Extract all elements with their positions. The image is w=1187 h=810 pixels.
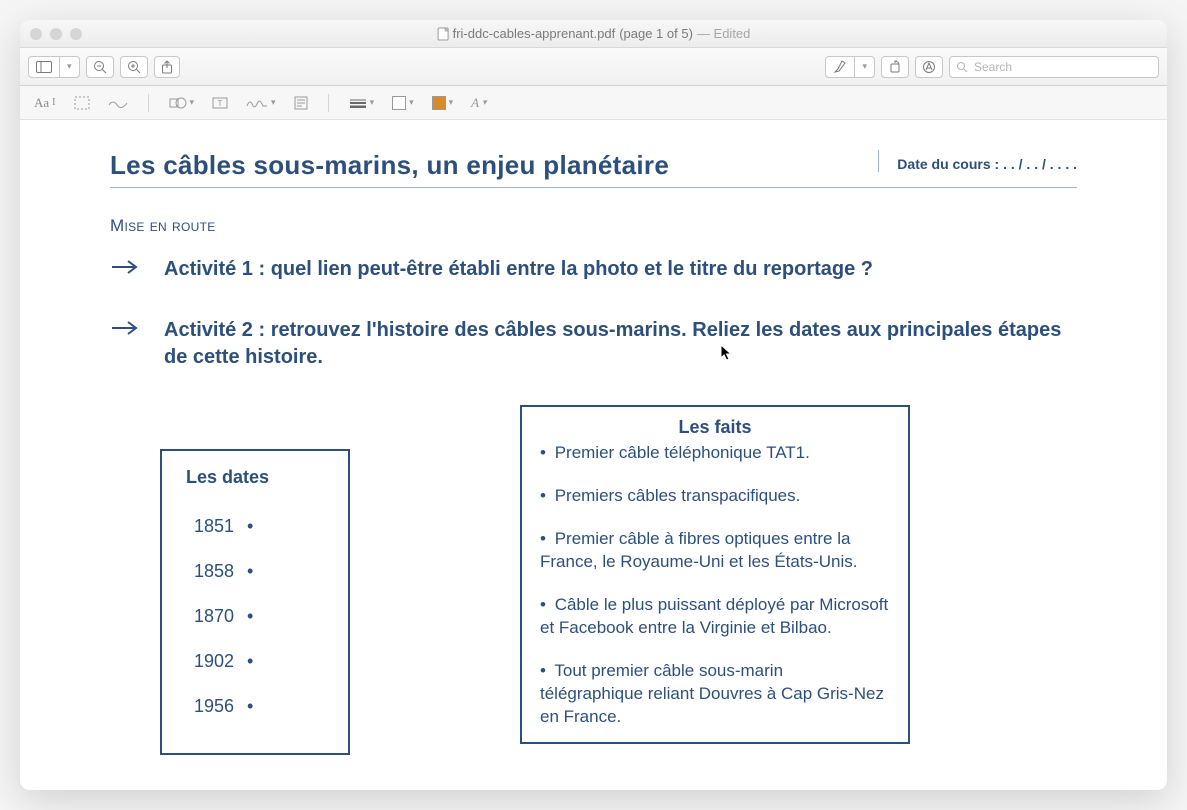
line-style-tool[interactable]: ▾	[345, 95, 379, 110]
fact-item: • Premiers câbles transpacifiques.	[540, 485, 890, 508]
activity-1-text: Activité 1 : quel lien peut-être établi …	[164, 256, 873, 283]
dates-box-title: Les dates	[186, 467, 324, 488]
textbox-tool[interactable]: T	[208, 94, 232, 112]
white-swatch	[392, 96, 406, 110]
sign-tool[interactable]: ▾	[242, 95, 280, 111]
chevron-down-icon: ▾	[854, 57, 874, 77]
toolbar-separator	[148, 94, 149, 112]
highlighter-icon	[826, 57, 854, 77]
sidebar-icon	[29, 57, 59, 77]
select-tool[interactable]	[70, 94, 94, 112]
arrow-icon	[110, 319, 140, 337]
toolbar-separator	[328, 94, 329, 112]
shapes-tool[interactable]: ▾	[165, 94, 199, 112]
matching-area: Les dates 1851 • 1858 • 1870 • 1902 • 19…	[110, 405, 1077, 755]
chevron-down-icon: ▾	[59, 57, 79, 77]
course-date-label: Date du cours : . . / . . / . . . .	[878, 150, 1077, 172]
minimize-window-button[interactable]	[50, 28, 62, 40]
date-row: 1858 •	[186, 549, 324, 594]
arrow-icon	[110, 258, 140, 276]
document-main-title: Les câbles sous-marins, un enjeu planéta…	[110, 150, 878, 181]
window-title-status: — Edited	[697, 26, 750, 41]
window-title: fri-ddc-cables-apprenant.pdf (page 1 of …	[437, 26, 751, 41]
search-icon	[956, 61, 968, 73]
date-row: 1851 •	[186, 504, 324, 549]
facts-box-title: Les faits	[540, 417, 890, 438]
document-header: Les câbles sous-marins, un enjeu planéta…	[110, 150, 1077, 188]
svg-text:T: T	[218, 99, 223, 108]
markup-button[interactable]: ▾	[825, 56, 875, 78]
fill-color-tool[interactable]: ▾	[428, 94, 458, 112]
window-title-filename: fri-ddc-cables-apprenant.pdf	[453, 26, 616, 41]
note-tool[interactable]	[290, 94, 312, 112]
date-row: 1870 •	[186, 594, 324, 639]
annotate-button[interactable]	[915, 56, 943, 78]
window-title-pageinfo: (page 1 of 5)	[619, 26, 693, 41]
maximize-window-button[interactable]	[70, 28, 82, 40]
activity-2-text: Activité 2 : retrouvez l'histoire des câ…	[164, 317, 1077, 371]
date-row: 1902 •	[186, 639, 324, 684]
facts-box: Les faits • Premier câble téléphonique T…	[520, 405, 910, 744]
search-input[interactable]	[974, 60, 1152, 74]
document-icon	[437, 27, 449, 41]
title-bar: fri-ddc-cables-apprenant.pdf (page 1 of …	[20, 20, 1167, 48]
text-tool[interactable]: AaI	[30, 93, 60, 113]
border-color-tool[interactable]: ▾	[388, 94, 418, 112]
rotate-button[interactable]	[881, 56, 909, 78]
sketch-tool[interactable]	[104, 95, 132, 111]
share-button[interactable]	[154, 56, 180, 78]
zoom-in-button[interactable]	[120, 56, 148, 78]
activity-2-row: Activité 2 : retrouvez l'histoire des câ…	[110, 317, 1077, 371]
zoom-out-button[interactable]	[86, 56, 114, 78]
primary-toolbar: ▾ ▾	[20, 48, 1167, 86]
close-window-button[interactable]	[30, 28, 42, 40]
dates-box: Les dates 1851 • 1858 • 1870 • 1902 • 19…	[160, 449, 350, 755]
date-row: 1956 •	[186, 684, 324, 729]
section-heading: Mise en route	[110, 216, 1077, 236]
text-style-tool[interactable]: A ▾	[467, 93, 490, 113]
annotation-toolbar: AaI ▾ T ▾ ▾ ▾	[20, 86, 1167, 120]
sidebar-view-button[interactable]: ▾	[28, 56, 80, 78]
window-controls	[30, 28, 82, 40]
fact-item: • Câble le plus puissant déployé par Mic…	[540, 594, 890, 640]
fact-item: • Premier câble à fibres optiques entre …	[540, 528, 890, 574]
orange-swatch	[432, 96, 446, 110]
fact-item: • Tout premier câble sous-marin télégrap…	[540, 660, 890, 729]
activity-1-row: Activité 1 : quel lien peut-être établi …	[110, 256, 1077, 283]
app-window: fri-ddc-cables-apprenant.pdf (page 1 of …	[20, 20, 1167, 790]
search-box[interactable]	[949, 56, 1159, 78]
document-viewport[interactable]: Les câbles sous-marins, un enjeu planéta…	[20, 120, 1167, 790]
fact-item: • Premier câble téléphonique TAT1.	[540, 442, 890, 465]
